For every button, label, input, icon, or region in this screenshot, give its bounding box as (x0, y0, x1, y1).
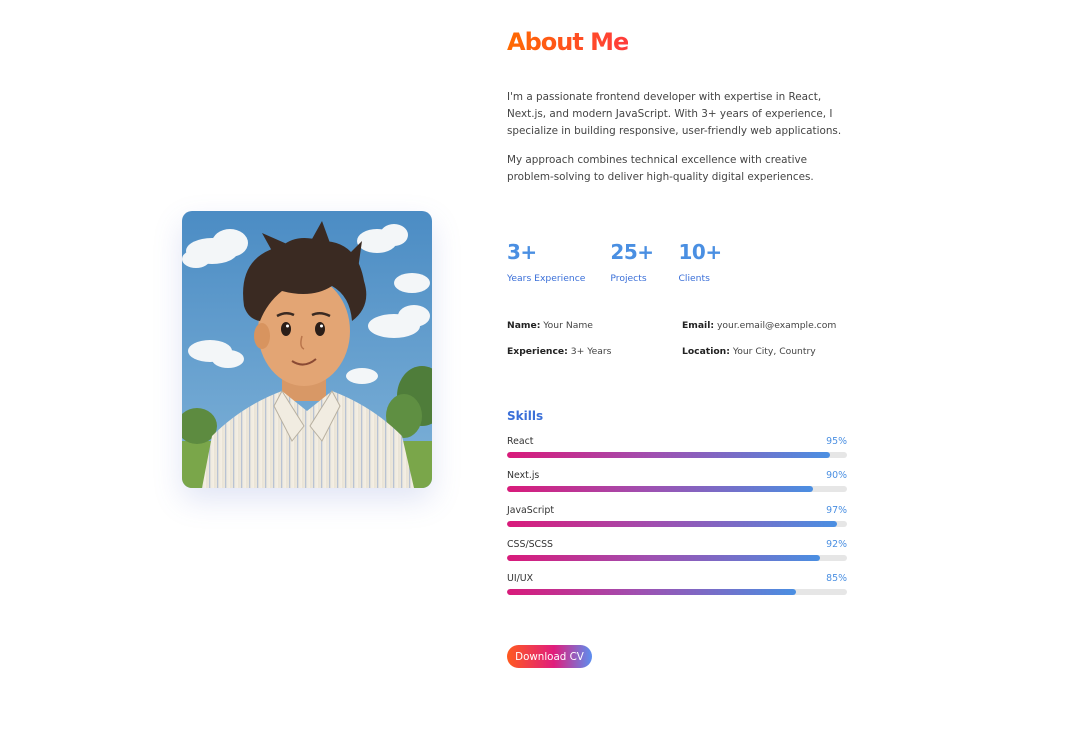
info-experience: Experience: 3+ Years (507, 346, 611, 357)
personal-info: Name: Your Name Email: your.email@exampl… (507, 320, 852, 372)
stats-row: 3+ Years Experience 25+ Projects 10+ Cli… (507, 240, 747, 284)
skill-name: JavaScript (507, 504, 554, 516)
skills-list: React 95% Next.js 90% JavaScript 97% CSS… (507, 436, 847, 607)
info-key: Location: (682, 346, 730, 357)
skill-item: Next.js 90% (507, 470, 847, 504)
info-row: Name: Your Name Email: your.email@exampl… (507, 320, 852, 346)
info-location: Location: Your City, Country (682, 346, 816, 357)
info-key: Name: (507, 320, 541, 331)
skill-progress-track (507, 486, 847, 493)
about-paragraph-approach: My approach combines technical excellenc… (507, 154, 814, 183)
skill-name: CSS/SCSS (507, 538, 554, 550)
profile-portrait (182, 211, 432, 488)
info-value: 3+ Years (570, 346, 612, 357)
skill-item: React 95% (507, 436, 847, 470)
info-value: Your Name (543, 320, 593, 331)
info-value: Your City, Country (732, 346, 816, 357)
skill-item: JavaScript 97% (507, 505, 847, 539)
info-name: Name: Your Name (507, 320, 593, 331)
info-row: Experience: 3+ Years Location: Your City… (507, 346, 852, 372)
skill-progress-fill (507, 452, 830, 458)
skill-progress-track (507, 589, 847, 596)
skill-progress-fill (507, 486, 813, 493)
profile-portrait-illustration (182, 211, 432, 488)
stat-value: 10+ (678, 240, 723, 264)
stat-label: Clients (678, 273, 710, 284)
skill-name: UI/UX (507, 573, 534, 585)
skill-percent: 85% (826, 573, 847, 585)
stat-projects: 25+ Projects (610, 240, 654, 284)
stat-clients: 10+ Clients (678, 240, 723, 284)
stat-value: 3+ (507, 240, 537, 264)
skill-progress-fill (507, 520, 837, 527)
info-email: Email: your.email@example.com (682, 320, 836, 331)
info-value: your.email@example.com (716, 320, 837, 331)
download-cv-button[interactable]: Download CV (507, 645, 592, 668)
skill-progress-track (507, 554, 847, 561)
stat-value: 25+ (610, 240, 654, 264)
skill-item: UI/UX 85% (507, 573, 847, 607)
skill-progress-track (507, 452, 847, 458)
skill-percent: 90% (826, 470, 847, 482)
info-key: Email: (682, 320, 715, 331)
skill-progress-fill (507, 554, 820, 561)
stat-years-experience: 3+ Years Experience (507, 240, 585, 284)
info-key: Experience: (507, 346, 568, 357)
skills-heading: Skills (507, 409, 544, 423)
skill-percent: 92% (826, 538, 847, 550)
skill-progress-track (507, 520, 847, 527)
skill-item: CSS/SCSS 92% (507, 539, 847, 573)
about-section: About Me I'm a passionate frontend devel… (0, 0, 1070, 731)
skill-percent: 95% (826, 436, 847, 447)
skill-progress-fill (507, 589, 796, 596)
stat-label: Years Experience (507, 273, 586, 284)
skill-percent: 97% (826, 504, 847, 516)
skill-name: React (507, 436, 534, 447)
skill-name: Next.js (507, 470, 540, 482)
page-title: About Me (507, 28, 629, 56)
stat-label: Projects (610, 273, 647, 284)
about-paragraph-intro: I'm a passionate frontend developer with… (507, 91, 842, 137)
